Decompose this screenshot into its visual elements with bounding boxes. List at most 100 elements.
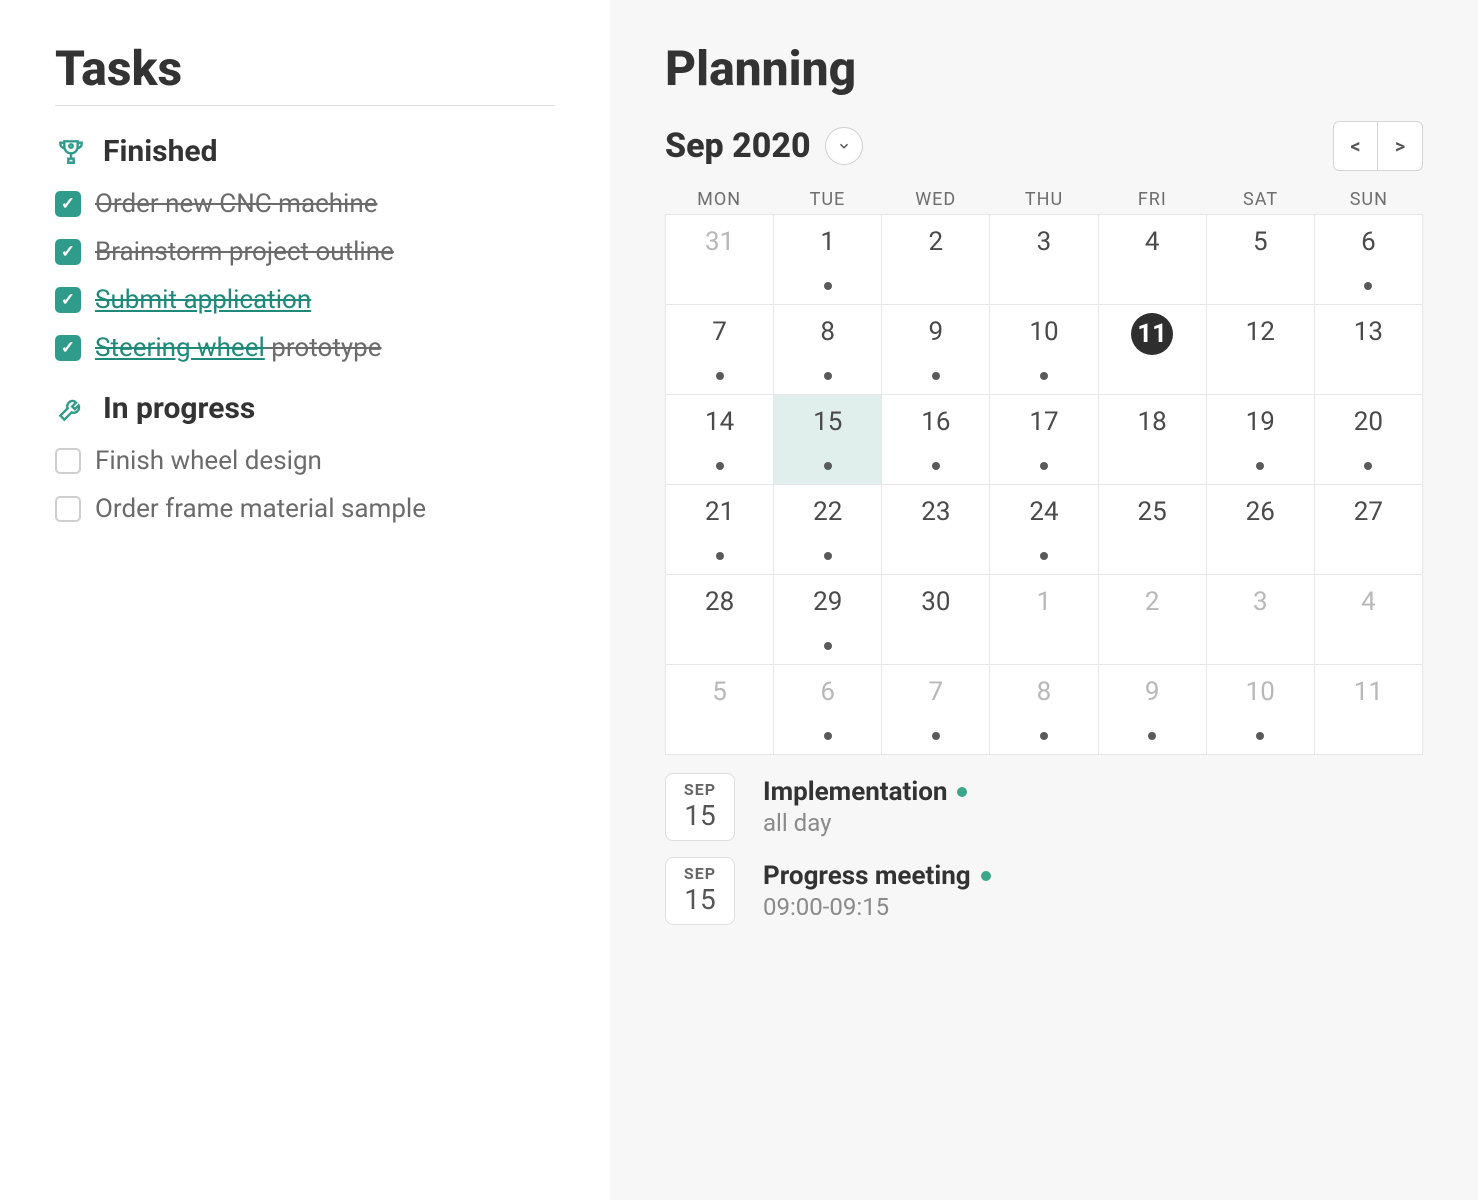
calendar-cell[interactable]: 21 [666,485,774,575]
calendar-cell[interactable]: 31 [666,215,774,305]
checkbox-icon[interactable] [55,448,81,474]
day-number: 13 [1354,317,1383,347]
event-dot-icon [824,732,832,740]
task-item[interactable]: Order frame material sample [55,494,555,524]
calendar-cell[interactable]: 12 [1207,305,1315,395]
event-row[interactable]: SEP 15 Implementation all day [665,773,1423,841]
calendar-cell[interactable]: 26 [1207,485,1315,575]
calendar-cell[interactable]: 18 [1099,395,1207,485]
calendar-cell[interactable]: 19 [1207,395,1315,485]
calendar-cell[interactable]: 8 [990,665,1098,755]
calendar-cell[interactable]: 2 [1099,575,1207,665]
calendar-cell[interactable]: 7 [666,305,774,395]
day-number: 8 [1037,677,1052,707]
calendar-cell[interactable]: 7 [882,665,990,755]
event-title: Implementation [763,777,947,807]
calendar-cell[interactable]: 3 [990,215,1098,305]
day-number: 5 [1253,227,1268,257]
task-item[interactable]: Submit application [55,285,555,315]
calendar-cell[interactable]: 29 [774,575,882,665]
event-dot-icon [1364,282,1372,290]
calendar-cell[interactable]: 4 [1099,215,1207,305]
event-dot-icon [824,282,832,290]
calendar-cell[interactable]: 8 [774,305,882,395]
calendar-cell[interactable]: 20 [1315,395,1423,485]
calendar-cell[interactable]: 13 [1315,305,1423,395]
calendar-cell[interactable]: 30 [882,575,990,665]
day-number: 3 [1037,227,1052,257]
calendar-cell[interactable]: 1 [990,575,1098,665]
in-progress-list: Finish wheel design Order frame material… [55,446,555,524]
next-month-button[interactable]: > [1378,122,1422,170]
checkbox-icon[interactable] [55,335,81,361]
tasks-title: Tasks [55,40,555,106]
checkbox-icon[interactable] [55,496,81,522]
dow-label: MON [665,189,773,210]
month-selector[interactable]: Sep 2020 [665,126,863,166]
calendar-cell[interactable]: 1 [774,215,882,305]
day-number: 1 [1037,587,1052,617]
task-link-part[interactable]: Steering wheel [95,333,265,363]
status-dot-icon [981,871,991,881]
event-title: Progress meeting [763,861,971,891]
event-row[interactable]: SEP 15 Progress meeting 09:00-09:15 [665,857,1423,925]
in-progress-label: In progress [103,391,255,426]
checkbox-icon[interactable] [55,191,81,217]
task-item[interactable]: Finish wheel design [55,446,555,476]
day-number: 27 [1354,497,1383,527]
day-number: 24 [1029,497,1058,527]
calendar-cell[interactable]: 15 [774,395,882,485]
task-text[interactable]: Submit application [95,285,311,315]
task-item[interactable]: Order new CNC machine [55,189,555,219]
day-number: 31 [705,227,734,257]
day-number: 9 [1145,677,1160,707]
prev-month-button[interactable]: < [1334,122,1378,170]
chevron-down-icon[interactable] [825,127,863,165]
calendar-cell[interactable]: 10 [990,305,1098,395]
calendar-cell[interactable]: 25 [1099,485,1207,575]
day-number: 2 [1145,587,1160,617]
date-badge: SEP 15 [665,773,735,841]
calendar-cell[interactable]: 5 [666,665,774,755]
calendar-cell[interactable]: 10 [1207,665,1315,755]
calendar-cell[interactable]: 9 [882,305,990,395]
calendar-cell[interactable]: 2 [882,215,990,305]
calendar-cell[interactable]: 3 [1207,575,1315,665]
checkbox-icon[interactable] [55,239,81,265]
event-dot-icon [824,372,832,380]
calendar-cell[interactable]: 14 [666,395,774,485]
badge-month: SEP [666,864,734,883]
calendar-cell[interactable]: 23 [882,485,990,575]
calendar-cell[interactable]: 27 [1315,485,1423,575]
day-number: 9 [929,317,944,347]
dow-label: FRI [1098,189,1206,210]
dow-label: SUN [1315,189,1423,210]
day-number: 7 [712,317,727,347]
task-item[interactable]: Brainstorm project outline [55,237,555,267]
day-number: 23 [921,497,950,527]
calendar-cell[interactable]: 22 [774,485,882,575]
calendar-cell[interactable]: 5 [1207,215,1315,305]
tasks-panel: Tasks Finished Order new CNC machine Bra… [0,0,610,1200]
wrench-icon [55,393,87,425]
calendar-cell[interactable]: 16 [882,395,990,485]
calendar-cell[interactable]: 6 [1315,215,1423,305]
day-number: 30 [921,587,950,617]
task-item[interactable]: Steering wheel prototype [55,333,555,363]
day-number: 7 [929,677,944,707]
event-dot-icon [716,462,724,470]
calendar-cell[interactable]: 11 [1315,665,1423,755]
planning-title: Planning [665,40,1423,97]
calendar-cell[interactable]: 6 [774,665,882,755]
calendar-cell[interactable]: 17 [990,395,1098,485]
calendar-cell[interactable]: 4 [1315,575,1423,665]
date-badge: SEP 15 [665,857,735,925]
day-number: 19 [1246,407,1275,437]
calendar-cell[interactable]: 11 [1099,305,1207,395]
event-dot-icon [1040,732,1048,740]
checkbox-icon[interactable] [55,287,81,313]
badge-day: 15 [666,883,734,916]
calendar-cell[interactable]: 24 [990,485,1098,575]
calendar-cell[interactable]: 9 [1099,665,1207,755]
calendar-cell[interactable]: 28 [666,575,774,665]
